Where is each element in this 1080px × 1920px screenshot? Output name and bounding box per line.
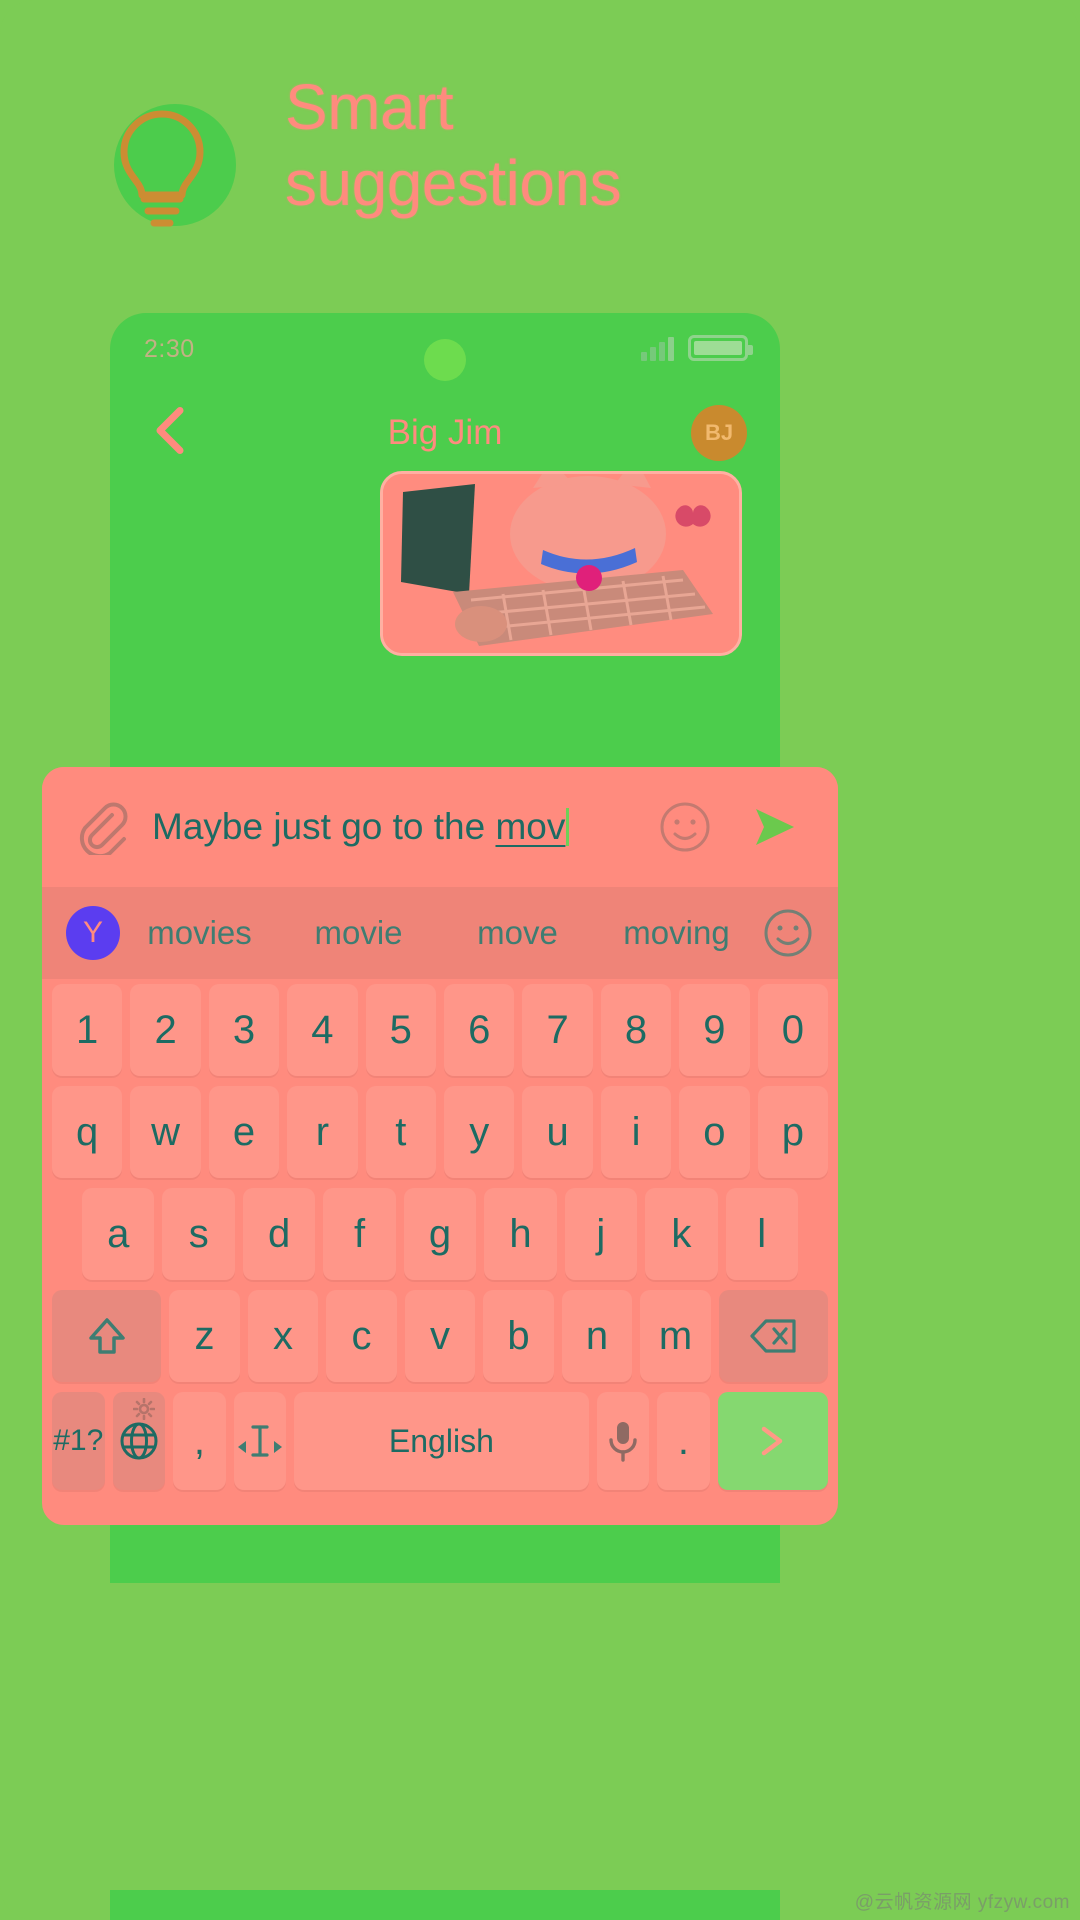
key-k[interactable]: k — [645, 1188, 718, 1280]
keyboard-row-qwerty: q w e r t y u i o p — [48, 1081, 832, 1183]
camera-notch — [424, 339, 466, 381]
keyboard-row-asdf: a s d f g h j k l — [48, 1183, 832, 1285]
key-c[interactable]: c — [326, 1290, 397, 1382]
keyboard-rows: 1 2 3 4 5 6 7 8 9 0 q w e r t y u i o p … — [42, 979, 838, 1525]
chat-contact-name: Big Jim — [387, 413, 503, 452]
page-title: Smart suggestions — [285, 70, 925, 221]
key-z[interactable]: z — [169, 1290, 240, 1382]
key-m[interactable]: m — [640, 1290, 711, 1382]
suggestion-item-3[interactable]: moving — [597, 914, 756, 952]
keyboard-row-zxcv: z x c v b n m — [48, 1285, 832, 1387]
symbols-key[interactable]: #1? — [51, 1392, 105, 1490]
key-4[interactable]: 4 — [287, 984, 358, 1076]
key-7[interactable]: 7 — [522, 984, 593, 1076]
yandex-logo-letter: Y — [82, 916, 103, 949]
shift-up-arrow-icon[interactable] — [51, 1290, 162, 1382]
page-title-line2: suggestions — [285, 146, 622, 219]
backspace-delete-icon[interactable] — [718, 1290, 829, 1382]
key-8[interactable]: 8 — [600, 984, 672, 1076]
message-input-row: Maybe just go to the mov — [42, 767, 838, 887]
suggestion-item-1[interactable]: movie — [279, 914, 438, 952]
key-y[interactable]: y — [444, 1086, 515, 1178]
key-w[interactable]: w — [130, 1086, 201, 1178]
key-s[interactable]: s — [162, 1188, 235, 1280]
space-key[interactable]: English — [294, 1392, 589, 1490]
key-3[interactable]: 3 — [208, 984, 280, 1076]
key-n[interactable]: n — [561, 1290, 633, 1382]
key-period[interactable]: . — [657, 1392, 710, 1490]
back-chevron-icon[interactable] — [152, 405, 186, 462]
key-p[interactable]: p — [757, 1086, 829, 1178]
key-i[interactable]: i — [600, 1086, 672, 1178]
keyboard-row-function: #1? , English . — [48, 1387, 832, 1495]
page-title-line1: Smart — [285, 71, 454, 143]
key-2[interactable]: 2 — [130, 984, 201, 1076]
send-arrow-icon[interactable] — [746, 801, 804, 853]
key-u[interactable]: u — [522, 1086, 593, 1178]
lightbulb-icon — [98, 98, 236, 236]
key-j[interactable]: j — [564, 1188, 638, 1280]
input-text-prefix: Maybe just go to the — [152, 806, 496, 847]
input-text-underlined: mov — [495, 806, 566, 847]
key-b[interactable]: b — [483, 1290, 554, 1382]
key-o[interactable]: o — [679, 1086, 750, 1178]
key-h[interactable]: h — [484, 1188, 557, 1280]
key-v[interactable]: v — [404, 1290, 476, 1382]
key-q[interactable]: q — [51, 1086, 123, 1178]
gear-settings-icon — [133, 1398, 156, 1420]
key-r[interactable]: r — [287, 1086, 358, 1178]
key-l[interactable]: l — [725, 1188, 798, 1280]
cat-on-keyboard-photo[interactable] — [380, 471, 742, 656]
globe-language-icon[interactable] — [112, 1392, 166, 1490]
page-root: Smart suggestions 2:30 Big Jim BJ Maybe … — [0, 0, 1080, 1920]
status-time: 2:30 — [144, 334, 195, 363]
key-comma[interactable]: , — [173, 1392, 226, 1490]
suggestion-item-2[interactable]: move — [438, 914, 597, 952]
page-header: Smart suggestions — [0, 71, 1080, 265]
key-e[interactable]: e — [208, 1086, 280, 1178]
chat-nav-bar: Big Jim BJ — [110, 385, 780, 481]
key-d[interactable]: d — [242, 1188, 316, 1280]
message-input-field[interactable]: Maybe just go to the mov — [152, 806, 644, 848]
keyboard-row-numbers: 1 2 3 4 5 6 7 8 9 0 — [48, 979, 832, 1081]
battery-icon — [688, 335, 753, 361]
key-g[interactable]: g — [403, 1188, 477, 1280]
yandex-logo-icon[interactable]: Y — [66, 906, 120, 960]
paperclip-icon[interactable] — [72, 799, 128, 855]
key-a[interactable]: a — [82, 1188, 155, 1280]
text-cursor-move-icon[interactable] — [233, 1392, 287, 1490]
text-caret — [566, 808, 570, 846]
avatar-initials: BJ — [704, 420, 734, 445]
signal-bars-icon — [641, 337, 674, 361]
suggestion-strip: Y movies movie move moving — [42, 887, 838, 979]
key-1[interactable]: 1 — [51, 984, 123, 1076]
key-5[interactable]: 5 — [365, 984, 436, 1076]
key-t[interactable]: t — [365, 1086, 436, 1178]
key-9[interactable]: 9 — [679, 984, 750, 1076]
keyboard-panel: Maybe just go to the mov Y movies movie … — [42, 767, 838, 1525]
status-icons — [641, 335, 753, 361]
enter-send-icon[interactable] — [717, 1392, 829, 1490]
key-x[interactable]: x — [247, 1290, 319, 1382]
status-bar: 2:30 — [110, 313, 780, 385]
phone-bottom-strip — [110, 1890, 780, 1920]
avatar[interactable]: BJ — [691, 405, 747, 461]
key-f[interactable]: f — [323, 1188, 396, 1280]
suggestion-item-0[interactable]: movies — [120, 914, 279, 952]
emoji-face-icon[interactable] — [658, 800, 712, 854]
emoji-smile-icon[interactable] — [762, 907, 814, 959]
key-6[interactable]: 6 — [444, 984, 515, 1076]
key-0[interactable]: 0 — [757, 984, 829, 1076]
microphone-icon[interactable] — [596, 1392, 650, 1490]
watermark: @云帆资源网 yfzyw.com — [854, 1892, 1070, 1913]
